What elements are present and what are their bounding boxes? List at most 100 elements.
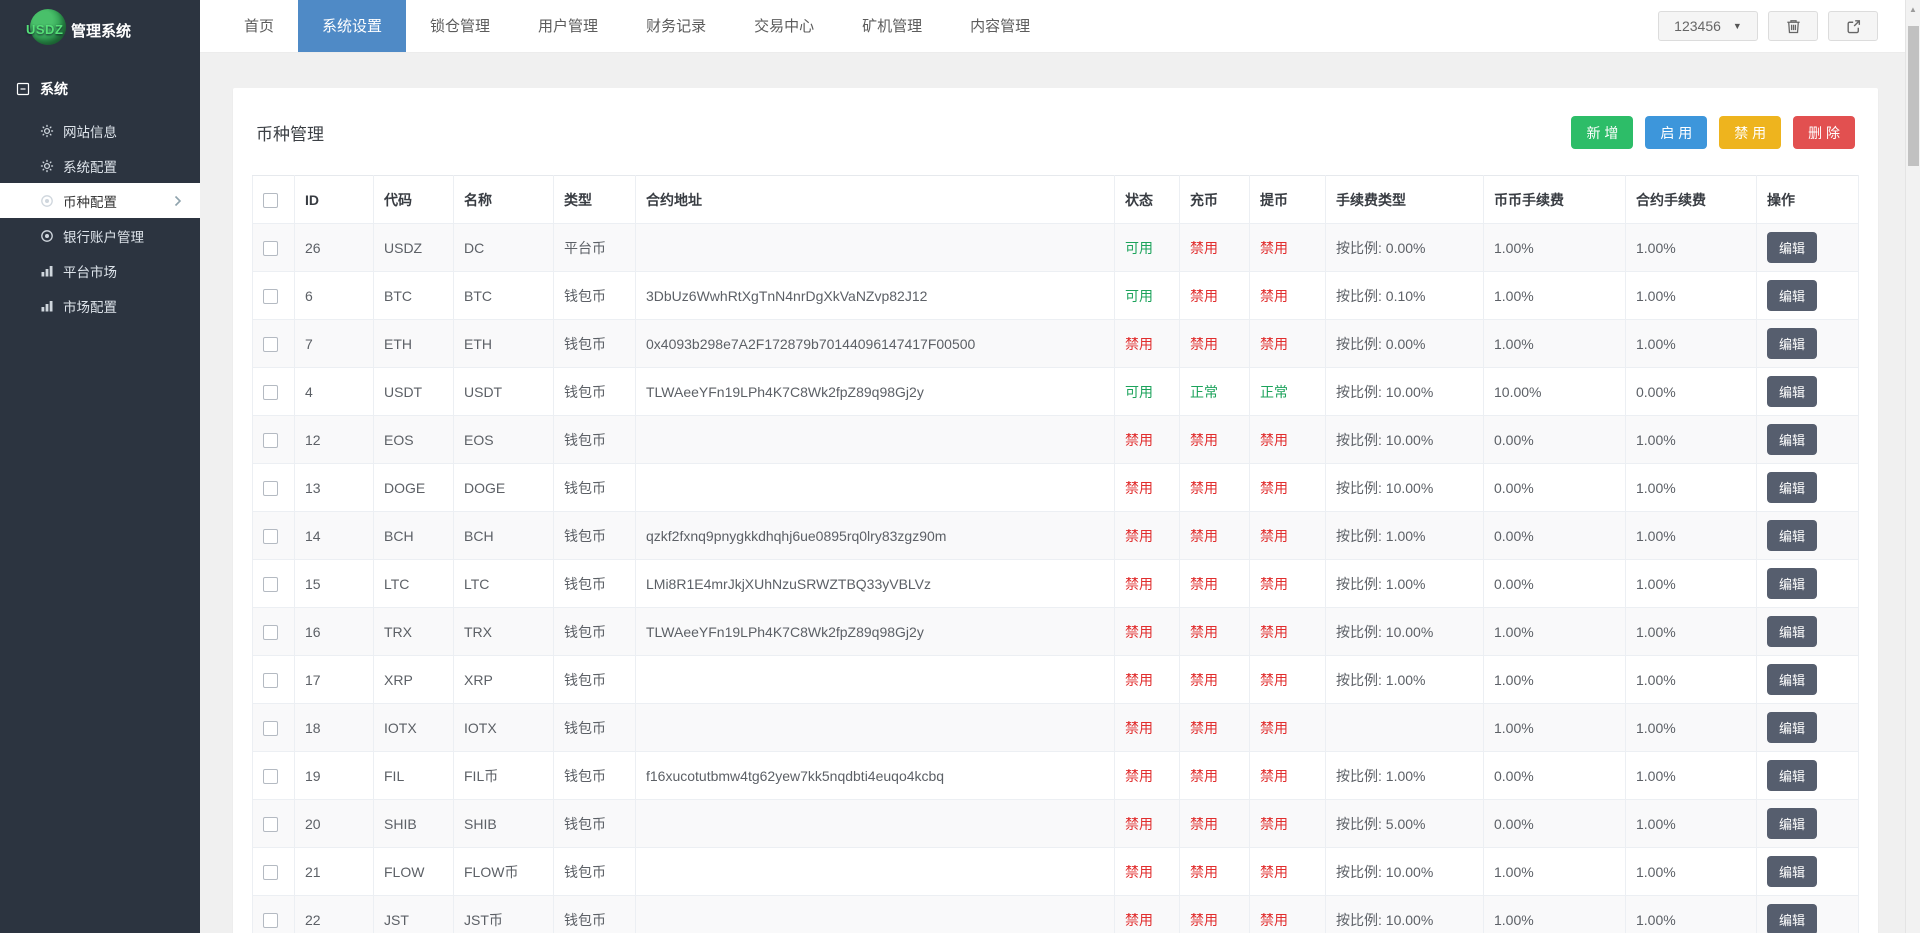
sidebar-item-coin-config[interactable]: 币种配置 [0, 183, 200, 218]
scroll-up-arrow[interactable]: ▲ [1906, 0, 1920, 14]
clear-cache-button[interactable] [1768, 11, 1818, 41]
row-checkbox[interactable] [263, 528, 278, 544]
status-badge: 禁用 [1125, 671, 1153, 688]
table-row: 12 EOS EOS 钱包币 禁用 禁用 禁用 按比例: 10.00% 0.00% 1.00% 编辑 [252, 415, 1859, 464]
row-checkbox[interactable] [263, 480, 278, 496]
row-checkbox[interactable] [263, 432, 278, 448]
status-badge: 禁用 [1190, 575, 1218, 592]
column-header-5: 状态 [1114, 175, 1180, 224]
disable-button[interactable]: 禁 用 [1719, 116, 1782, 149]
page-scrollbar[interactable]: ▲ [1905, 0, 1920, 933]
edit-button[interactable]: 编辑 [1767, 808, 1818, 839]
row-checkbox[interactable] [263, 864, 278, 880]
cell-type: 钱包币 [553, 607, 636, 656]
target-icon [40, 194, 54, 208]
scrollbar-thumb[interactable] [1908, 26, 1919, 166]
nav-tab-system-settings[interactable]: 系统设置 [298, 0, 407, 52]
cell-name: DC [453, 223, 554, 272]
row-checkbox[interactable] [263, 576, 278, 592]
cell-contract-fee: 1.00% [1625, 319, 1757, 368]
cell-fee-type: 按比例: 0.00% [1325, 319, 1484, 368]
table-row: 13 DOGE DOGE 钱包币 禁用 禁用 禁用 按比例: 10.00% 0.00% 1.00%… [252, 463, 1859, 512]
delete-button[interactable]: 删 除 [1793, 116, 1855, 149]
select-all-checkbox[interactable] [263, 192, 278, 208]
edit-button[interactable]: 编辑 [1767, 328, 1818, 359]
cell-withdraw: 正常 [1249, 367, 1326, 416]
edit-button[interactable]: 编辑 [1767, 712, 1818, 743]
cell-actions: 编辑 [1756, 367, 1859, 416]
edit-button[interactable]: 编辑 [1767, 280, 1818, 311]
nav-tab-lock-management[interactable]: 锁仓管理 [406, 0, 514, 52]
user-dropdown[interactable]: 123456 ▼ [1658, 11, 1758, 41]
cell-code: JST [373, 895, 454, 933]
sidebar-item-platform-market[interactable]: 平台市场 [0, 253, 200, 288]
edit-button[interactable]: 编辑 [1767, 856, 1818, 887]
sidebar-item-bank-account-management[interactable]: 银行账户管理 [0, 218, 200, 253]
cell-withdraw: 禁用 [1249, 463, 1326, 512]
logout-button[interactable] [1828, 11, 1878, 41]
row-checkbox[interactable] [263, 384, 278, 400]
cell-deposit: 禁用 [1179, 607, 1250, 656]
edit-button[interactable]: 编辑 [1767, 472, 1818, 503]
cell-deposit: 禁用 [1179, 751, 1250, 800]
cell-code: BTC [373, 271, 454, 320]
cell-name: IOTX [453, 703, 554, 752]
row-checkbox[interactable] [263, 816, 278, 832]
edit-button[interactable]: 编辑 [1767, 520, 1818, 551]
cell-fee-type: 按比例: 10.00% [1325, 607, 1484, 656]
cell-id: 13 [294, 463, 374, 512]
row-checkbox[interactable] [263, 624, 278, 640]
sidebar-item-label: 银行账户管理 [63, 229, 144, 245]
row-checkbox[interactable] [263, 336, 278, 352]
cell-code: XRP [373, 655, 454, 704]
cell-withdraw: 禁用 [1249, 223, 1326, 272]
gear-icon [40, 159, 54, 173]
add-button[interactable]: 新 增 [1571, 116, 1634, 149]
sidebar-item-site-info[interactable]: 网站信息 [0, 113, 200, 148]
edit-button[interactable]: 编辑 [1767, 424, 1818, 455]
status-badge: 禁用 [1260, 431, 1288, 448]
row-checkbox[interactable] [263, 720, 278, 736]
cell-code: DOGE [373, 463, 454, 512]
cell-actions: 编辑 [1756, 319, 1859, 368]
nav-tab-miner-management[interactable]: 矿机管理 [838, 0, 946, 52]
sidebar-item-market-config[interactable]: 市场配置 [0, 288, 200, 323]
cell-deposit: 禁用 [1179, 847, 1250, 896]
edit-button[interactable]: 编辑 [1767, 664, 1818, 695]
row-checkbox[interactable] [263, 288, 278, 304]
action-buttons: 新 增启 用禁 用删 除 [1571, 116, 1855, 149]
cell-code: BCH [373, 511, 454, 560]
cell-contract-address [635, 703, 1115, 752]
sidebar-item-system-config[interactable]: 系统配置 [0, 148, 200, 183]
cell-id: 14 [294, 511, 374, 560]
row-checkbox[interactable] [263, 912, 278, 928]
cell-code: IOTX [373, 703, 454, 752]
nav-tab-trade-center[interactable]: 交易中心 [730, 0, 838, 52]
nav-tab-user-management[interactable]: 用户管理 [514, 0, 622, 52]
nav-tab-content-management[interactable]: 内容管理 [946, 0, 1054, 52]
cell-withdraw: 禁用 [1249, 271, 1326, 320]
edit-button[interactable]: 编辑 [1767, 904, 1818, 933]
edit-button[interactable]: 编辑 [1767, 232, 1818, 263]
coins-table: ID 代码 名称 类型 合约地址 状态 充币 提币 手续费类型 币币手续费 合约手续费 操作 26 US… [252, 175, 1859, 933]
edit-button[interactable]: 编辑 [1767, 616, 1818, 647]
cell-type: 钱包币 [553, 799, 636, 848]
cell-type: 钱包币 [553, 367, 636, 416]
nav-tab-home[interactable]: 首页 [220, 0, 298, 52]
edit-button[interactable]: 编辑 [1767, 568, 1818, 599]
column-header-7: 提币 [1249, 175, 1326, 224]
sidebar-group-system[interactable]: 系统 [0, 53, 200, 113]
table-row: 19 FIL FIL币 钱包币 f16xucotutbmw4tg62yew7kk5nqd… [252, 751, 1859, 800]
row-checkbox[interactable] [263, 672, 278, 688]
cell-fee-type: 按比例: 0.00% [1325, 223, 1484, 272]
status-badge: 禁用 [1190, 719, 1218, 736]
enable-button[interactable]: 启 用 [1645, 116, 1708, 149]
edit-button[interactable]: 编辑 [1767, 760, 1818, 791]
edit-button[interactable]: 编辑 [1767, 376, 1818, 407]
nav-tab-finance-records[interactable]: 财务记录 [622, 0, 730, 52]
row-checkbox[interactable] [263, 768, 278, 784]
row-checkbox[interactable] [263, 240, 278, 256]
cell-select [252, 367, 295, 416]
status-badge: 禁用 [1190, 767, 1218, 784]
cell-withdraw: 禁用 [1249, 751, 1326, 800]
